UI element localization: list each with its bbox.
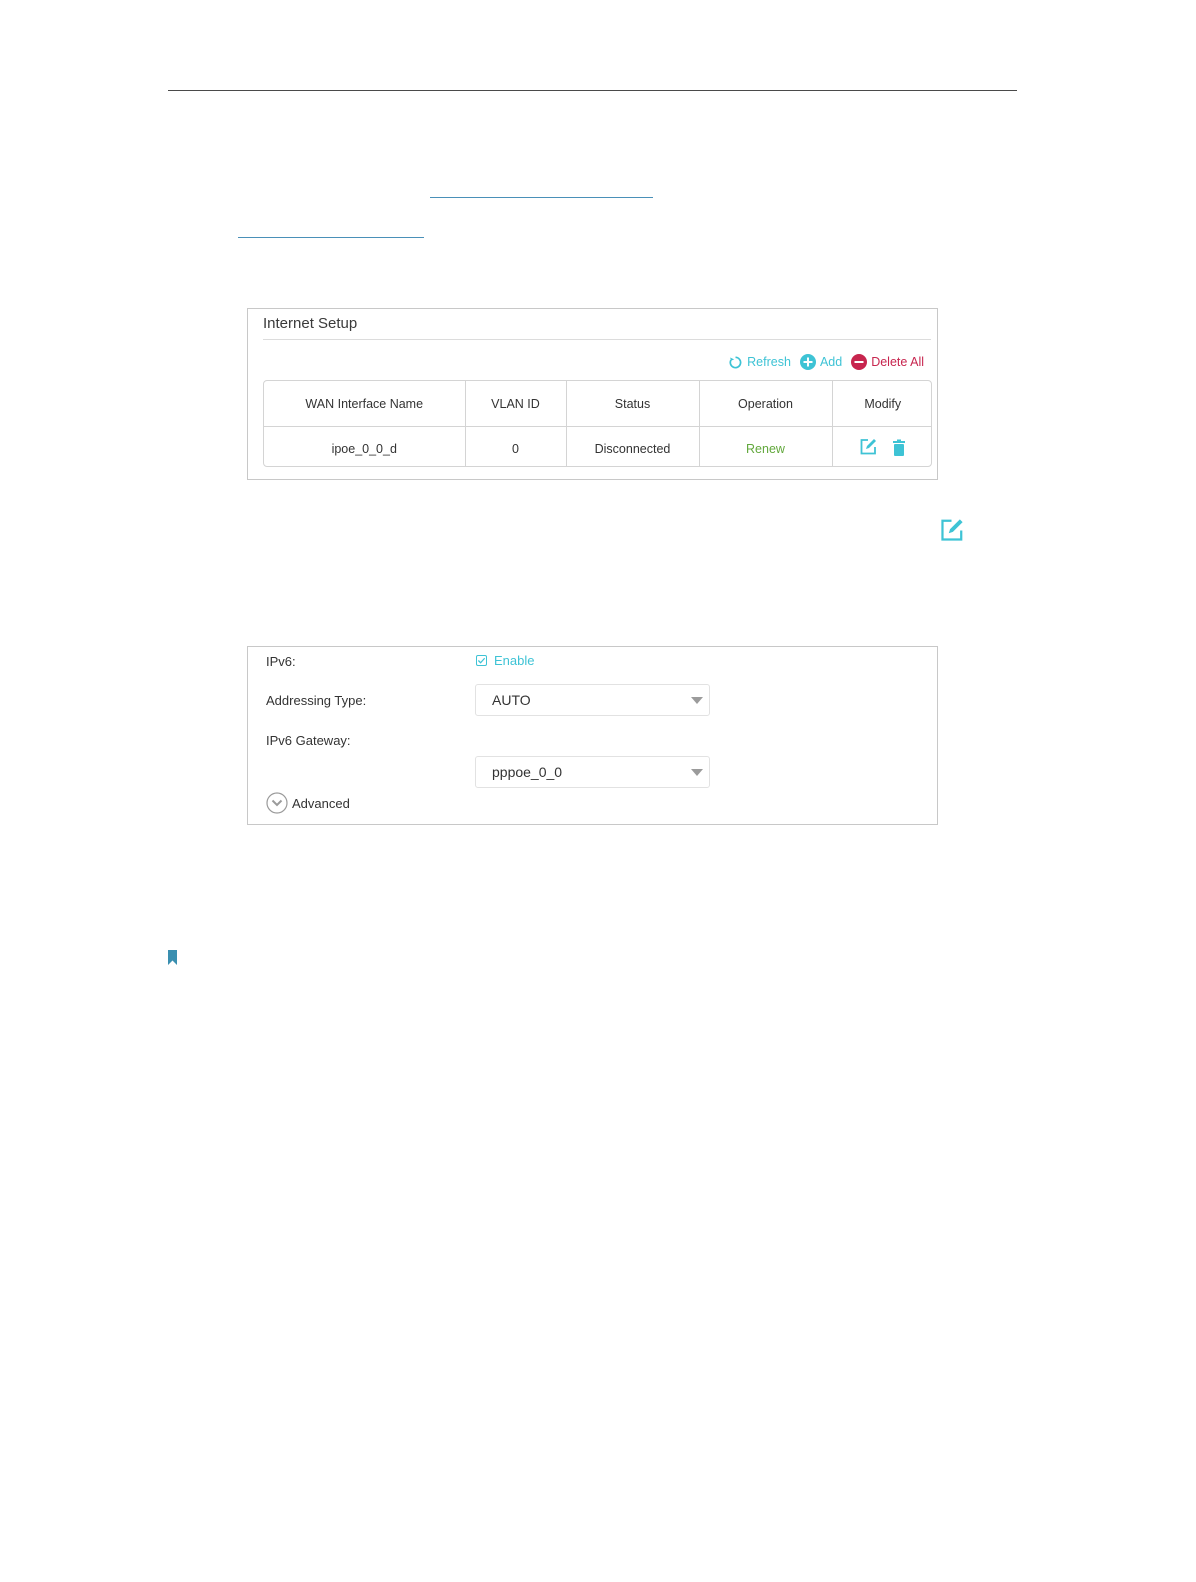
column-header: WAN Interface Name	[264, 381, 466, 427]
column-header: VLAN ID	[465, 381, 567, 427]
edit-button[interactable]	[859, 438, 877, 459]
column-header: Status	[566, 381, 700, 427]
bookmark-icon	[168, 950, 178, 970]
refresh-button[interactable]: Refresh	[728, 355, 791, 370]
wan-table: WAN Interface Name VLAN ID Status Operat…	[263, 380, 932, 467]
renew-link[interactable]: Renew	[746, 442, 785, 456]
ipv6-enable-checkbox[interactable]: Enable	[476, 653, 534, 668]
table-header-row: WAN Interface Name VLAN ID Status Operat…	[264, 381, 931, 427]
chevron-down-icon	[691, 697, 703, 704]
chevron-down-icon	[691, 769, 703, 776]
addressing-type-select[interactable]: AUTO	[475, 684, 710, 716]
checkbox-box	[476, 655, 487, 666]
refresh-label: Refresh	[747, 355, 791, 369]
operation-cell: Renew	[699, 426, 833, 466]
delete-all-icon	[851, 354, 868, 370]
ipv6-gateway-label: IPv6 Gateway:	[266, 733, 351, 748]
ipv6-label: IPv6:	[266, 654, 296, 669]
table-row: ipoe_0_0_d 0 Disconnected Renew	[264, 426, 931, 467]
advanced-toggle[interactable]: Advanced	[266, 792, 350, 814]
modify-cell	[832, 427, 931, 467]
header-rule	[168, 90, 1017, 91]
ipv6-gateway-select[interactable]: pppoe_0_0	[475, 756, 710, 788]
note-bookmark-shape	[168, 950, 177, 965]
addressing-type-label: Addressing Type:	[266, 693, 367, 708]
ipv6-gateway-value: pppoe_0_0	[492, 764, 563, 780]
chevron-down-icon	[266, 792, 288, 814]
add-button[interactable]: Add	[799, 354, 843, 370]
ipv6-settings-panel: IPv6: Enable Addressing Type: AUTO IPv6 …	[247, 646, 938, 825]
enable-label: Enable	[494, 653, 535, 668]
refresh-icon	[729, 356, 742, 368]
status-cell: Disconnected	[566, 426, 700, 466]
add-icon	[799, 354, 816, 370]
advanced-label: Advanced	[292, 795, 350, 811]
edit-icon	[860, 439, 877, 455]
table-toolbar: Refresh Add Delete All	[728, 354, 924, 370]
edit-icon-inline	[939, 518, 964, 548]
hyperlink-underline[interactable]	[238, 237, 424, 238]
addressing-type-value: AUTO	[492, 692, 531, 708]
column-header: Modify	[832, 381, 931, 427]
panel-title: Internet Setup	[263, 315, 358, 332]
add-label: Add	[819, 355, 843, 369]
vlan-id-cell: 0	[465, 426, 567, 466]
column-header: Operation	[699, 381, 833, 427]
internet-setup-panel: Internet Setup Refresh Add Delete All WA…	[247, 308, 938, 480]
hyperlink-underline[interactable]	[430, 197, 653, 198]
panel-divider	[263, 339, 931, 340]
delete-button[interactable]	[892, 439, 906, 459]
trash-icon	[893, 439, 906, 456]
delete-all-label: Delete All	[871, 355, 924, 369]
checkmark-icon	[477, 657, 486, 664]
delete-all-button[interactable]: Delete All	[851, 354, 924, 370]
edit-icon	[941, 519, 963, 541]
wan-interface-name-cell: ipoe_0_0_d	[264, 426, 466, 466]
